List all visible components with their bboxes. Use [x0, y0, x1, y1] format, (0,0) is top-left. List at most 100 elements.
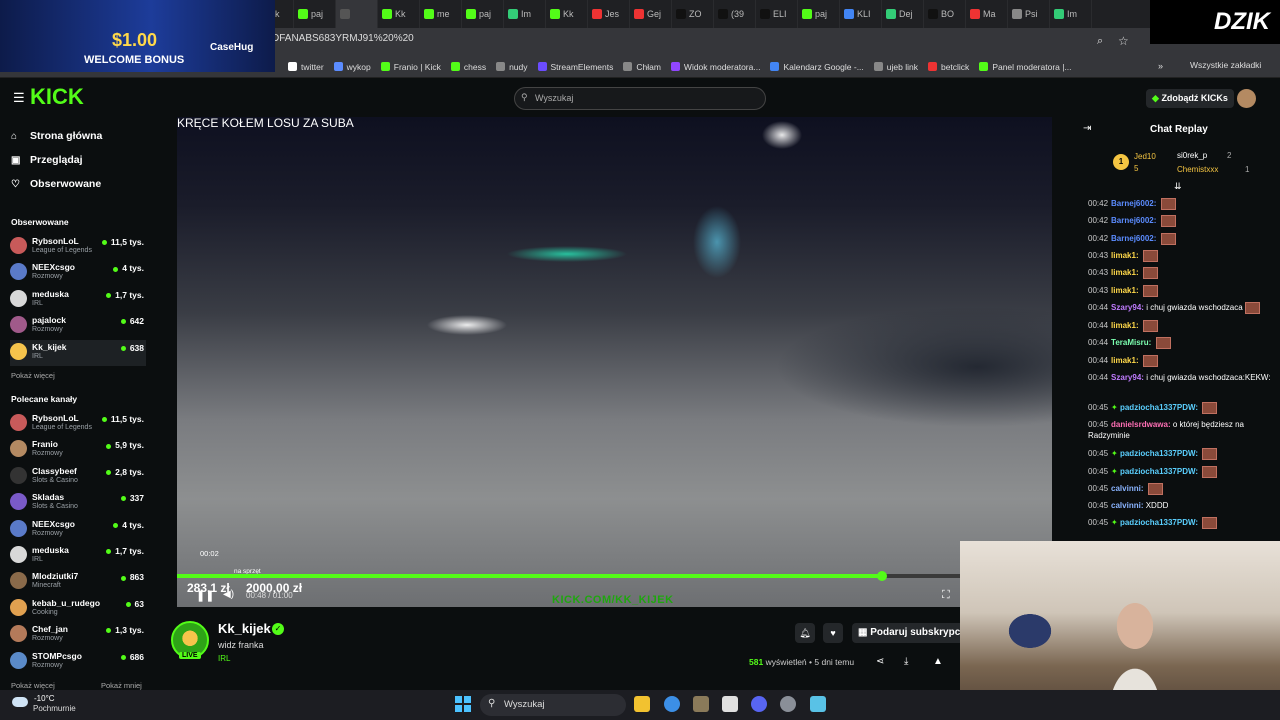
channel-name[interactable]: Kk_kijek [218, 621, 271, 636]
weather-condition[interactable]: Pochmurnie [33, 704, 76, 713]
bookmark-item[interactable]: nudy [496, 62, 528, 72]
weather-temperature[interactable]: -10°C [34, 694, 55, 703]
sidebar-channel-rybsonlol[interactable]: RybsonLoL League of Legends 11,5 tys. [10, 234, 146, 260]
sidebar-channel-pajalock[interactable]: pajalock Rozmowy 642 [10, 313, 146, 339]
browser-tab[interactable]: Im [504, 0, 546, 28]
browser-tab[interactable]: BO [924, 0, 966, 28]
chat-username[interactable]: padziocha1337PDW: [1120, 518, 1198, 527]
bookmark-item[interactable]: Kalendarz Google -... [770, 62, 864, 72]
bookmark-star-icon[interactable]: ☆ [1118, 34, 1129, 48]
nav-home[interactable]: ⌂ Strona główna [11, 130, 102, 142]
chat-username[interactable]: danielsrdwawa: [1111, 420, 1171, 429]
chat-username[interactable]: limak1: [1111, 356, 1139, 365]
volume-icon[interactable]: ◀) [223, 589, 234, 600]
kick-logo[interactable]: KICK [30, 84, 84, 110]
pause-icon[interactable]: ❚❚ [196, 589, 214, 602]
sidebar-channel-neexcsgo[interactable]: NEEXcsgo Rozmowy 4 tys. [10, 260, 146, 286]
sidebar-channel-neexcsgo[interactable]: NEEXcsgo Rozmowy 4 tys. [10, 517, 146, 543]
browser-tab[interactable]: paj [294, 0, 336, 28]
bookmark-item[interactable]: Panel moderatora |... [979, 62, 1072, 72]
report-icon[interactable]: ▲ [933, 656, 943, 667]
menu-icon[interactable]: ☰ [13, 90, 25, 106]
url-text[interactable]: DFANABS683YRMJ91%20%20 [272, 33, 414, 44]
sidebar-channel-kk_kijek[interactable]: Kk_kijek IRL 638 [10, 339, 146, 366]
chat-username[interactable]: Szary94: [1111, 303, 1144, 312]
browser-tab[interactable]: Kk [378, 0, 420, 28]
browser-tab[interactable]: Dej [882, 0, 924, 28]
sidebar-channel-rybsonlol[interactable]: RybsonLoL League of Legends 11,5 tys. [10, 411, 146, 437]
stream-category[interactable]: IRL [218, 654, 230, 663]
gift-sub-button[interactable]: ▦ Podaruj subskrypcję [852, 623, 975, 643]
chat-username[interactable]: limak1: [1111, 321, 1139, 330]
taskbar-search[interactable]: Wyszukaj [480, 694, 626, 716]
bookmark-item[interactable]: chess [450, 62, 486, 72]
chat-username[interactable]: TeraMisru: [1111, 338, 1151, 347]
browser-tab[interactable]: KLI [840, 0, 882, 28]
chat-username[interactable]: Szary94: [1111, 373, 1144, 382]
bookmark-item[interactable]: Franio | Kick [380, 62, 441, 72]
chat-username[interactable]: padziocha1337PDW: [1120, 467, 1198, 476]
bookmark-item[interactable]: ujeb link [873, 62, 918, 72]
browser-tab[interactable]: Ma [966, 0, 1008, 28]
bookmark-item[interactable]: wykop [333, 62, 371, 72]
sidebar-channel-franio[interactable]: Franio Rozmowy 5,9 tys. [10, 437, 146, 463]
download-icon[interactable]: ⤓ [904, 656, 908, 667]
search-input[interactable]: Wyszukaj [514, 87, 766, 110]
sidebar-channel-chef_jan[interactable]: Chef_jan Rozmowy 1,3 tys. [10, 622, 146, 648]
bookmark-item[interactable]: StreamElements [537, 62, 613, 72]
settings-icon[interactable] [780, 696, 796, 712]
chat-username[interactable]: padziocha1337PDW: [1120, 449, 1198, 458]
sidebar-channel-mlodziutki7[interactable]: Mlodziutki7 Minecraft 863 [10, 569, 146, 595]
chat-username[interactable]: limak1: [1111, 268, 1139, 277]
chat-username[interactable]: padziocha1337PDW: [1120, 403, 1198, 412]
user-avatar[interactable] [1237, 89, 1256, 108]
app-icon-2[interactable] [722, 696, 738, 712]
sidebar-channel-skladas[interactable]: Skladas Slots & Casino 337 [10, 490, 146, 516]
chat-username[interactable]: limak1: [1111, 286, 1139, 295]
sidebar-channel-kebab_u_rudego[interactable]: kebab_u_rudego Cooking 63 [10, 596, 146, 622]
show-more-followed[interactable]: Pokaż więcej [11, 371, 55, 380]
share-icon[interactable]: ⋖ [876, 656, 884, 667]
browser-tab[interactable]: me [420, 0, 462, 28]
bookmark-item[interactable]: Chłam [623, 62, 661, 72]
browser-tab[interactable]: paj [462, 0, 504, 28]
bell-icon[interactable]: 🔔︎ [795, 623, 815, 643]
chat-username[interactable]: Barnej6002: [1111, 216, 1156, 225]
bookmark-item[interactable]: betclick [927, 62, 969, 72]
browser-tab[interactable]: paj [798, 0, 840, 28]
windows-start-icon[interactable] [455, 696, 471, 712]
fullscreen-icon[interactable]: ⛶ [942, 589, 950, 602]
chat-username[interactable]: Barnej6002: [1111, 199, 1156, 208]
get-kicks-button[interactable]: ◆ Zdobądź KICKs [1146, 89, 1234, 108]
chat-username[interactable]: calvinni: [1111, 501, 1143, 510]
browser-tab[interactable]: Gej [630, 0, 672, 28]
more-bookmarks-icon[interactable]: » [1158, 61, 1163, 71]
video-progress-bar[interactable] [177, 571, 960, 581]
chrome-icon[interactable] [664, 696, 680, 712]
video-progress-knob[interactable] [876, 571, 887, 581]
browser-tab[interactable]: ZO [672, 0, 714, 28]
discord-icon[interactable] [751, 696, 767, 712]
nav-following[interactable]: ♡ Obserwowane [11, 178, 101, 190]
bookmark-item[interactable]: Widok moderatora... [670, 62, 760, 72]
chat-username[interactable]: limak1: [1111, 251, 1139, 260]
browser-tab[interactable]: Jes [588, 0, 630, 28]
browser-tab[interactable]: (39 [714, 0, 756, 28]
browser-tab[interactable]: ELI [756, 0, 798, 28]
chat-username[interactable]: calvinni: [1111, 484, 1143, 493]
chat-username[interactable]: Barnej6002: [1111, 234, 1156, 243]
browser-tab[interactable]: Kk [546, 0, 588, 28]
all-bookmarks-button[interactable]: Wszystkie zakładki [1190, 60, 1261, 70]
scroll-down-icon[interactable]: ⇊ [1174, 181, 1182, 192]
browser-tab[interactable] [336, 0, 378, 28]
bookmark-item[interactable]: twitter [288, 62, 324, 72]
file-explorer-icon[interactable] [634, 696, 650, 712]
browser-tab[interactable]: Im [1050, 0, 1092, 28]
zoom-icon[interactable]: ⌕ [1097, 35, 1103, 48]
video-player[interactable] [177, 117, 1052, 607]
sidebar-channel-meduska[interactable]: meduska IRL 1,7 tys. [10, 287, 146, 313]
nav-browse[interactable]: ▣ Przeglądaj [11, 154, 83, 166]
app-icon[interactable] [693, 696, 709, 712]
sidebar-channel-meduska[interactable]: meduska IRL 1,7 tys. [10, 543, 146, 569]
sidebar-channel-stompcsgo[interactable]: STOMPcsgo Rozmowy 686 [10, 649, 146, 675]
